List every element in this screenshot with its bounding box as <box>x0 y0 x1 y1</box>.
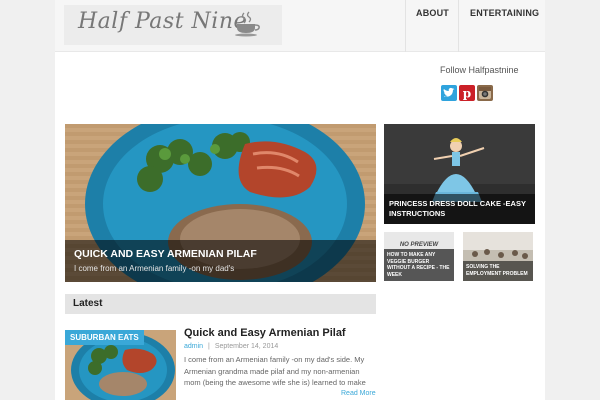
small-card-overlay: HOW TO MAKE ANY VEGGIE BURGER WITHOUT A … <box>384 249 454 281</box>
nav-divider <box>405 0 406 52</box>
post-author[interactable]: admin <box>184 343 203 350</box>
featured-right-title[interactable]: PRINCESS DRESS DOLL CAKE -EASY INSTRUCTI… <box>389 199 531 218</box>
post-excerpt: I come from an Armenian family -on my da… <box>184 355 366 387</box>
post-meta: admin | September 14, 2014 <box>184 343 278 350</box>
twitter-icon[interactable] <box>441 85 457 101</box>
coffee-cup-icon <box>235 11 260 37</box>
small-card-title[interactable]: SOLVING THE EMPLOYMENT PROBLEM <box>466 264 532 277</box>
logo-text: Half Past Nine <box>78 9 248 34</box>
featured-main-post[interactable]: QUICK AND EASY ARMENIAN PILAF I come fro… <box>65 124 376 282</box>
featured-right-post[interactable]: PRINCESS DRESS DOLL CAKE -EASY INSTRUCTI… <box>384 124 535 224</box>
meta-separator: | <box>208 343 210 350</box>
nav-divider <box>458 0 459 52</box>
featured-right-overlay: PRINCESS DRESS DOLL CAKE -EASY INSTRUCTI… <box>384 194 535 224</box>
latest-section-header: Latest <box>65 294 376 314</box>
featured-small-post[interactable]: SOLVING THE EMPLOYMENT PROBLEM <box>463 232 533 281</box>
featured-main-overlay: QUICK AND EASY ARMENIAN PILAF I come fro… <box>65 240 376 282</box>
featured-main-excerpt: I come from an Armenian family -on my da… <box>74 264 235 273</box>
pinterest-icon[interactable]: p <box>459 85 475 101</box>
site-logo[interactable]: Half Past Nine <box>64 5 282 45</box>
latest-heading: Latest <box>73 298 103 309</box>
small-card-overlay: SOLVING THE EMPLOYMENT PROBLEM <box>463 261 533 281</box>
post-date: September 14, 2014 <box>214 343 279 350</box>
category-badge[interactable]: SUBURBAN EATS <box>65 330 144 345</box>
nav-about[interactable]: ABOUT <box>416 8 449 18</box>
svg-text:p: p <box>463 87 471 101</box>
post-title[interactable]: Quick and Easy Armenian Pilaf <box>184 327 346 339</box>
read-more-link[interactable]: Read More <box>341 390 376 397</box>
featured-small-post[interactable]: NO PREVIEW HOW TO MAKE ANY VEGGIE BURGER… <box>384 232 454 281</box>
post-thumbnail[interactable]: SUBURBAN EATS <box>65 330 176 400</box>
no-preview-badge: NO PREVIEW <box>399 242 439 248</box>
follow-label: Follow Halfpastnine <box>440 65 519 75</box>
nav-entertaining[interactable]: ENTERTAINING <box>470 8 539 18</box>
featured-main-title[interactable]: QUICK AND EASY ARMENIAN PILAF <box>74 248 257 260</box>
small-card-title[interactable]: HOW TO MAKE ANY VEGGIE BURGER WITHOUT A … <box>387 252 453 278</box>
instagram-icon[interactable] <box>477 85 493 101</box>
